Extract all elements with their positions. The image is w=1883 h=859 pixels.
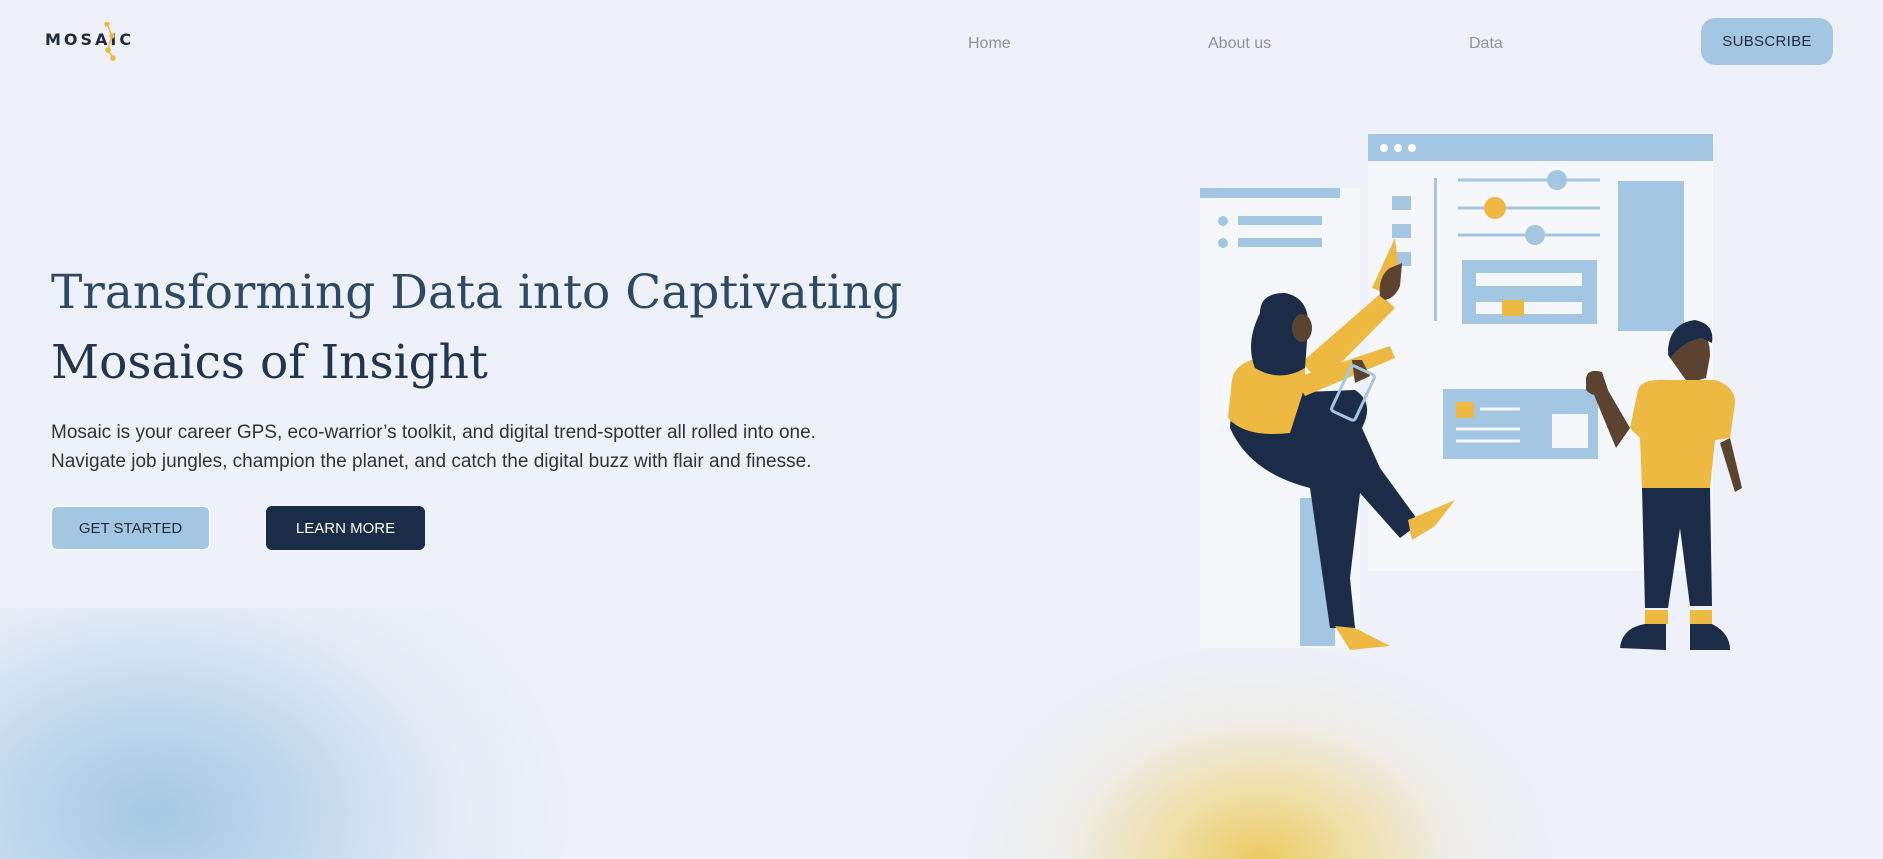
hero-illustration xyxy=(1200,134,1742,650)
hero-title-line-1: Transforming Data into Captivating xyxy=(51,265,903,320)
logo-node-icon xyxy=(104,22,116,61)
hero-title: Transforming Data into Captivating Mosai… xyxy=(51,258,951,398)
mosaic-logo[interactable]: MOSAIC xyxy=(45,22,135,62)
hero-title-line-2: Mosaics of Insight xyxy=(51,335,488,390)
decorative-blue-gradient xyxy=(0,608,760,859)
nav-item-home[interactable]: Home xyxy=(968,35,1011,53)
learn-more-button[interactable]: LEARN MORE xyxy=(266,506,425,550)
nav-item-about-us[interactable]: About us xyxy=(1208,35,1271,53)
nav-item-data[interactable]: Data xyxy=(1469,35,1503,53)
hero-description-line-1: Mosaic is your career GPS, eco-warrior’s… xyxy=(51,422,816,443)
hero-description-line-2: Navigate job jungles, champion the plane… xyxy=(51,451,812,472)
get-started-button[interactable]: GET STARTED xyxy=(51,506,210,550)
hero-description: Mosaic is your career GPS, eco-warrior’s… xyxy=(51,418,981,476)
subscribe-button[interactable]: SUBSCRIBE xyxy=(1701,18,1833,65)
